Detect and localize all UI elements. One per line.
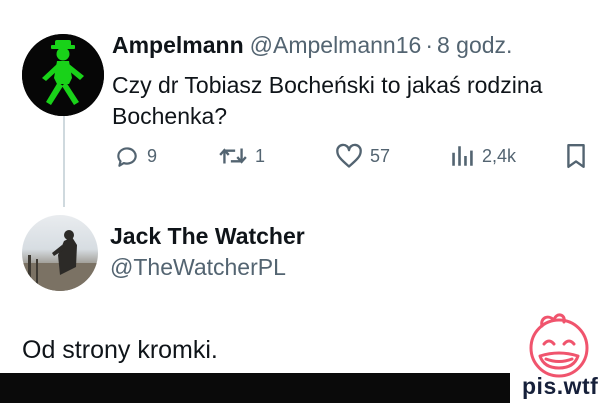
reply-text: Od strony kromki. <box>22 336 218 364</box>
reply-icon <box>117 147 137 167</box>
tweet-header: Ampelmann @Ampelmann16 · 8 godz. <box>112 32 512 59</box>
views-chart-icon <box>452 146 473 166</box>
silhouette-photo <box>22 230 98 291</box>
view-count: 2,4k <box>482 145 517 166</box>
avatar-jack-the-watcher[interactable] <box>22 215 98 291</box>
retweet-count: 1 <box>255 145 266 166</box>
bookmark-icon <box>567 143 585 169</box>
author-name[interactable]: Ampelmann <box>112 32 244 58</box>
like-count: 57 <box>370 145 391 166</box>
separator-dot: · <box>425 32 433 58</box>
reply-author-handle[interactable]: @TheWatcherPL <box>110 254 286 281</box>
avatar-ampelmann[interactable] <box>22 34 104 116</box>
watermark-text: pis.wtf <box>522 373 599 399</box>
heart-icon <box>336 143 362 168</box>
views-button[interactable]: 2,4k <box>449 143 516 169</box>
bookmark-button[interactable] <box>565 143 587 169</box>
reply-button[interactable]: 9 <box>114 143 157 169</box>
reply-count: 9 <box>147 145 158 166</box>
tweet-text: Czy dr Tobiasz Bocheński to jakaś rodzin… <box>112 72 543 129</box>
retweet-icon <box>219 148 247 164</box>
bottom-black-bar <box>0 373 510 403</box>
ampelmann-figure-icon <box>22 34 104 116</box>
retweet-button[interactable]: 1 <box>218 143 265 169</box>
author-handle[interactable]: @Ampelmann16 <box>250 32 422 58</box>
thread-connector-line <box>63 113 65 207</box>
reply-author-name[interactable]: Jack The Watcher <box>110 223 305 250</box>
tweet-actions: 9 1 57 2,4k <box>112 143 592 173</box>
tweet-timestamp[interactable]: 8 godz. <box>437 32 512 58</box>
like-button[interactable]: 57 <box>335 143 390 169</box>
